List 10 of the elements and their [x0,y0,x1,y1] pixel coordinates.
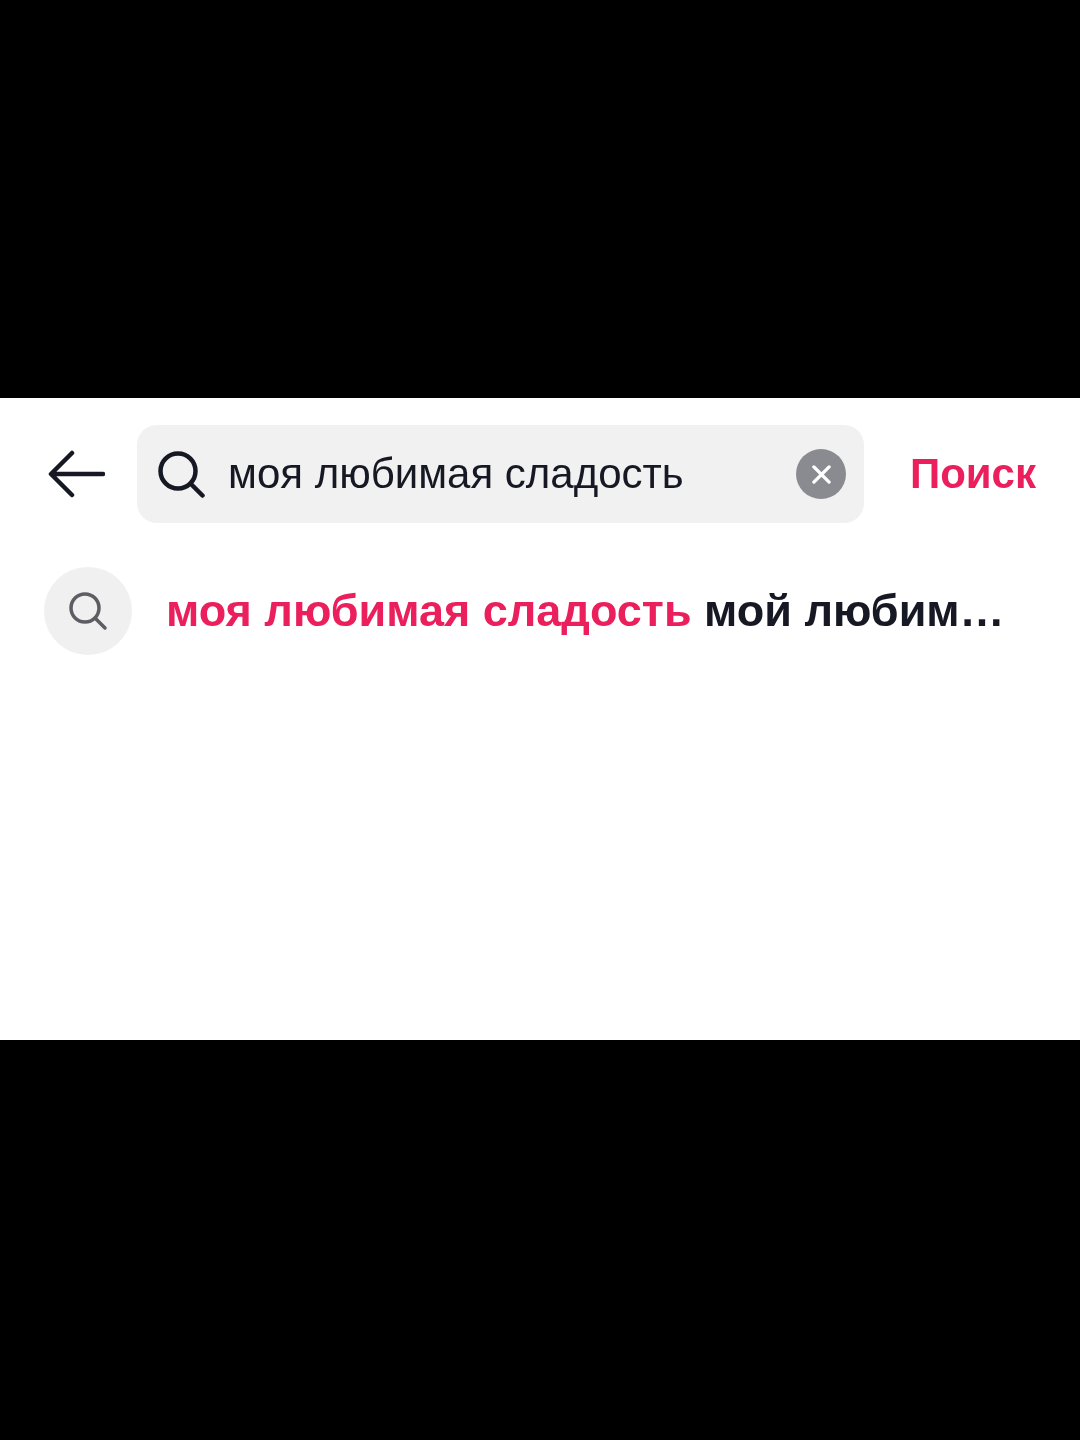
search-field[interactable]: моя любимая сладость [137,425,864,523]
search-icon [157,450,205,498]
close-icon [811,464,831,484]
back-arrow-icon [48,450,105,498]
suggestion-item[interactable]: моя любимая сладость мой любим… [44,567,1005,655]
clear-button[interactable] [796,449,846,499]
search-submit-button[interactable]: Поиск [909,450,1036,498]
back-button[interactable] [48,450,105,498]
search-icon [44,567,132,655]
search-input[interactable]: моя любимая сладость [228,447,788,501]
